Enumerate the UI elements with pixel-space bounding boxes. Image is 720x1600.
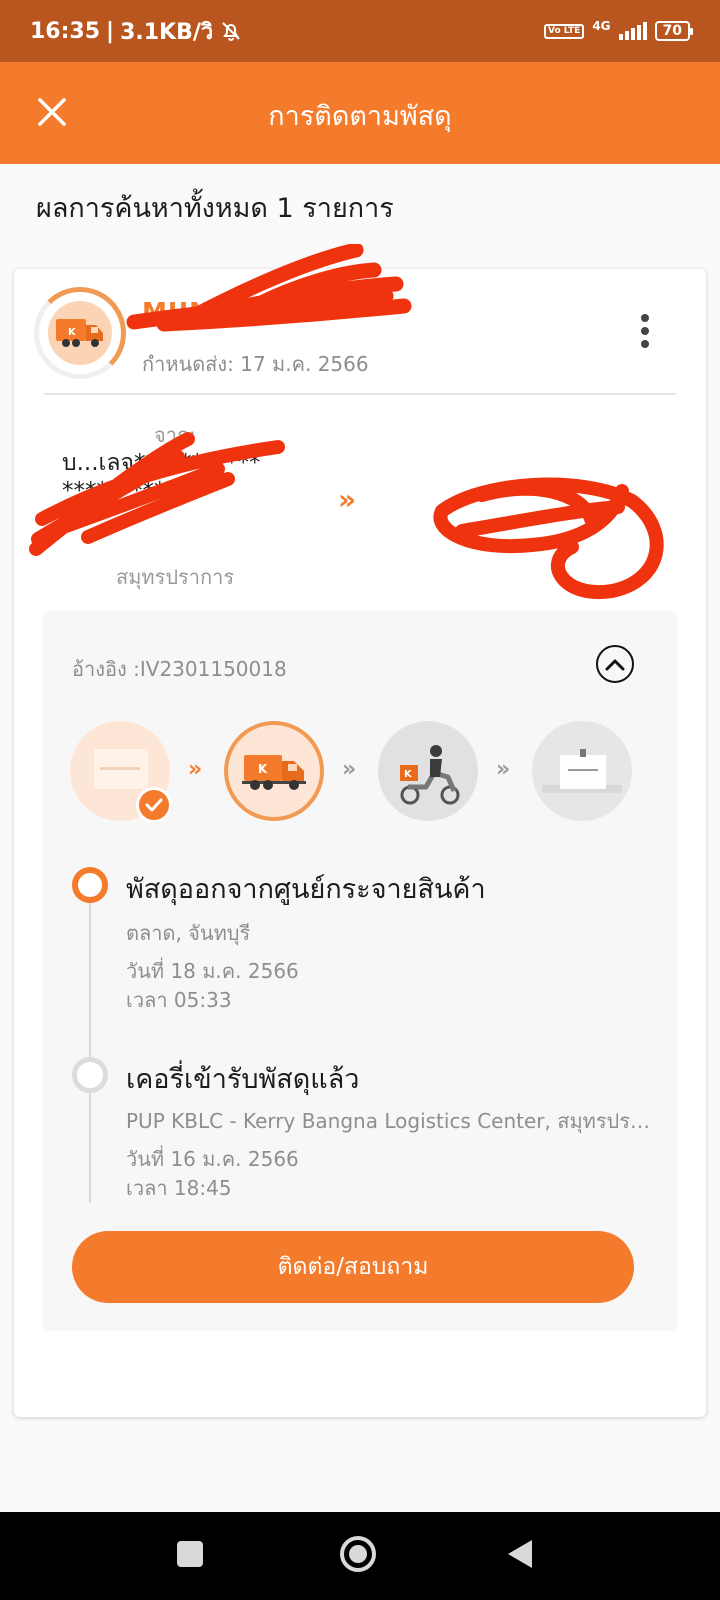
more-options-button[interactable] bbox=[630, 309, 660, 353]
sender-name: MUNKO bbox=[142, 297, 253, 326]
delivered-box-icon bbox=[542, 749, 622, 793]
volte-icon: Vo LTE bbox=[543, 23, 585, 39]
main-content: ผลการค้นหาทั้งหมด 1 รายการ K MUNKO กำหนด… bbox=[0, 164, 720, 1512]
collapse-button[interactable] bbox=[596, 645, 634, 683]
network-speed: 3.1KB/วิ bbox=[120, 19, 214, 45]
divider bbox=[44, 393, 676, 395]
delivery-truck-icon: K bbox=[56, 319, 103, 347]
event-date: วันที่ 16 ม.ค. 2566 bbox=[126, 1147, 299, 1171]
due-date: กำหนดส่ง: 17 ม.ค. 2566 bbox=[142, 352, 369, 376]
recent-apps-icon[interactable] bbox=[176, 1540, 204, 1568]
delivery-scooter-icon: K bbox=[400, 745, 460, 805]
step-out-for-delivery: K bbox=[378, 721, 478, 821]
system-nav-bar bbox=[0, 1512, 720, 1600]
step-delivered bbox=[532, 721, 632, 821]
check-icon bbox=[136, 787, 172, 823]
battery-icon: 70 bbox=[654, 21, 694, 41]
event-time: เวลา 05:33 bbox=[126, 988, 232, 1012]
chevron-up-icon bbox=[605, 659, 625, 671]
step-in-transit: K bbox=[224, 721, 324, 821]
home-icon[interactable] bbox=[338, 1534, 378, 1574]
redaction-scribble bbox=[433, 477, 664, 600]
step-separator-icon: » bbox=[188, 757, 202, 782]
result-count: ผลการค้นหาทั้งหมด 1 รายการ bbox=[36, 193, 394, 224]
event-date: วันที่ 18 ม.ค. 2566 bbox=[126, 959, 299, 983]
svg-text:K: K bbox=[404, 769, 413, 780]
timeline-dot bbox=[72, 1057, 108, 1093]
delivery-truck-icon: K bbox=[242, 755, 306, 790]
contact-button[interactable]: ติดต่อ/สอบถาม bbox=[72, 1231, 634, 1303]
network-type: 4G bbox=[592, 19, 611, 33]
back-icon[interactable] bbox=[506, 1538, 534, 1570]
timeline-line bbox=[89, 885, 91, 1203]
svg-text:K: K bbox=[68, 327, 77, 338]
reference-number: อ้างอิง :IV2301150018 bbox=[72, 657, 287, 681]
page-title: การติดตามพัสดุ bbox=[268, 101, 452, 132]
step-separator-icon: » bbox=[496, 757, 510, 782]
timeline-dot-current bbox=[72, 867, 108, 903]
status-bar: 16:35 | 3.1KB/วิ Vo LTE 4G 70 bbox=[0, 0, 720, 62]
app-bar: การติดตามพัสดุ bbox=[0, 62, 720, 164]
tracking-panel: อ้างอิง :IV2301150018 » K » K » พัสดุออก… bbox=[42, 611, 678, 1331]
alarm-off-icon bbox=[222, 22, 240, 41]
redaction-scribble bbox=[126, 244, 412, 332]
event-title: เคอรี่เข้ารับพัสดุแล้ว bbox=[126, 1064, 360, 1095]
event-location: ตลาด, จันทบุรี bbox=[126, 921, 251, 945]
signal-icon bbox=[618, 22, 647, 40]
avatar: K bbox=[48, 301, 112, 365]
svg-text:K: K bbox=[258, 762, 268, 776]
event-time: เวลา 18:45 bbox=[126, 1176, 232, 1200]
route-arrow-icon: » bbox=[338, 483, 356, 516]
from-label: จาก: bbox=[154, 423, 196, 447]
event-title: พัสดุออกจากศูนย์กระจายสินค้า bbox=[126, 874, 486, 905]
sender-province: สมุทรปราการ bbox=[116, 565, 235, 589]
status-progress-ring: K bbox=[34, 287, 126, 379]
step-separator-icon: » bbox=[342, 757, 356, 782]
sender-address: บ...เลจ*********** ********** bbox=[62, 450, 261, 504]
status-time: 16:35 bbox=[30, 18, 101, 44]
event-location: PUP KBLC - Kerry Bangna Logistics Center… bbox=[126, 1109, 656, 1133]
shipment-card[interactable]: K MUNKO กำหนดส่ง: 17 ม.ค. 2566 จาก: บ...… bbox=[14, 244, 706, 1417]
more-vertical-icon bbox=[641, 314, 649, 322]
